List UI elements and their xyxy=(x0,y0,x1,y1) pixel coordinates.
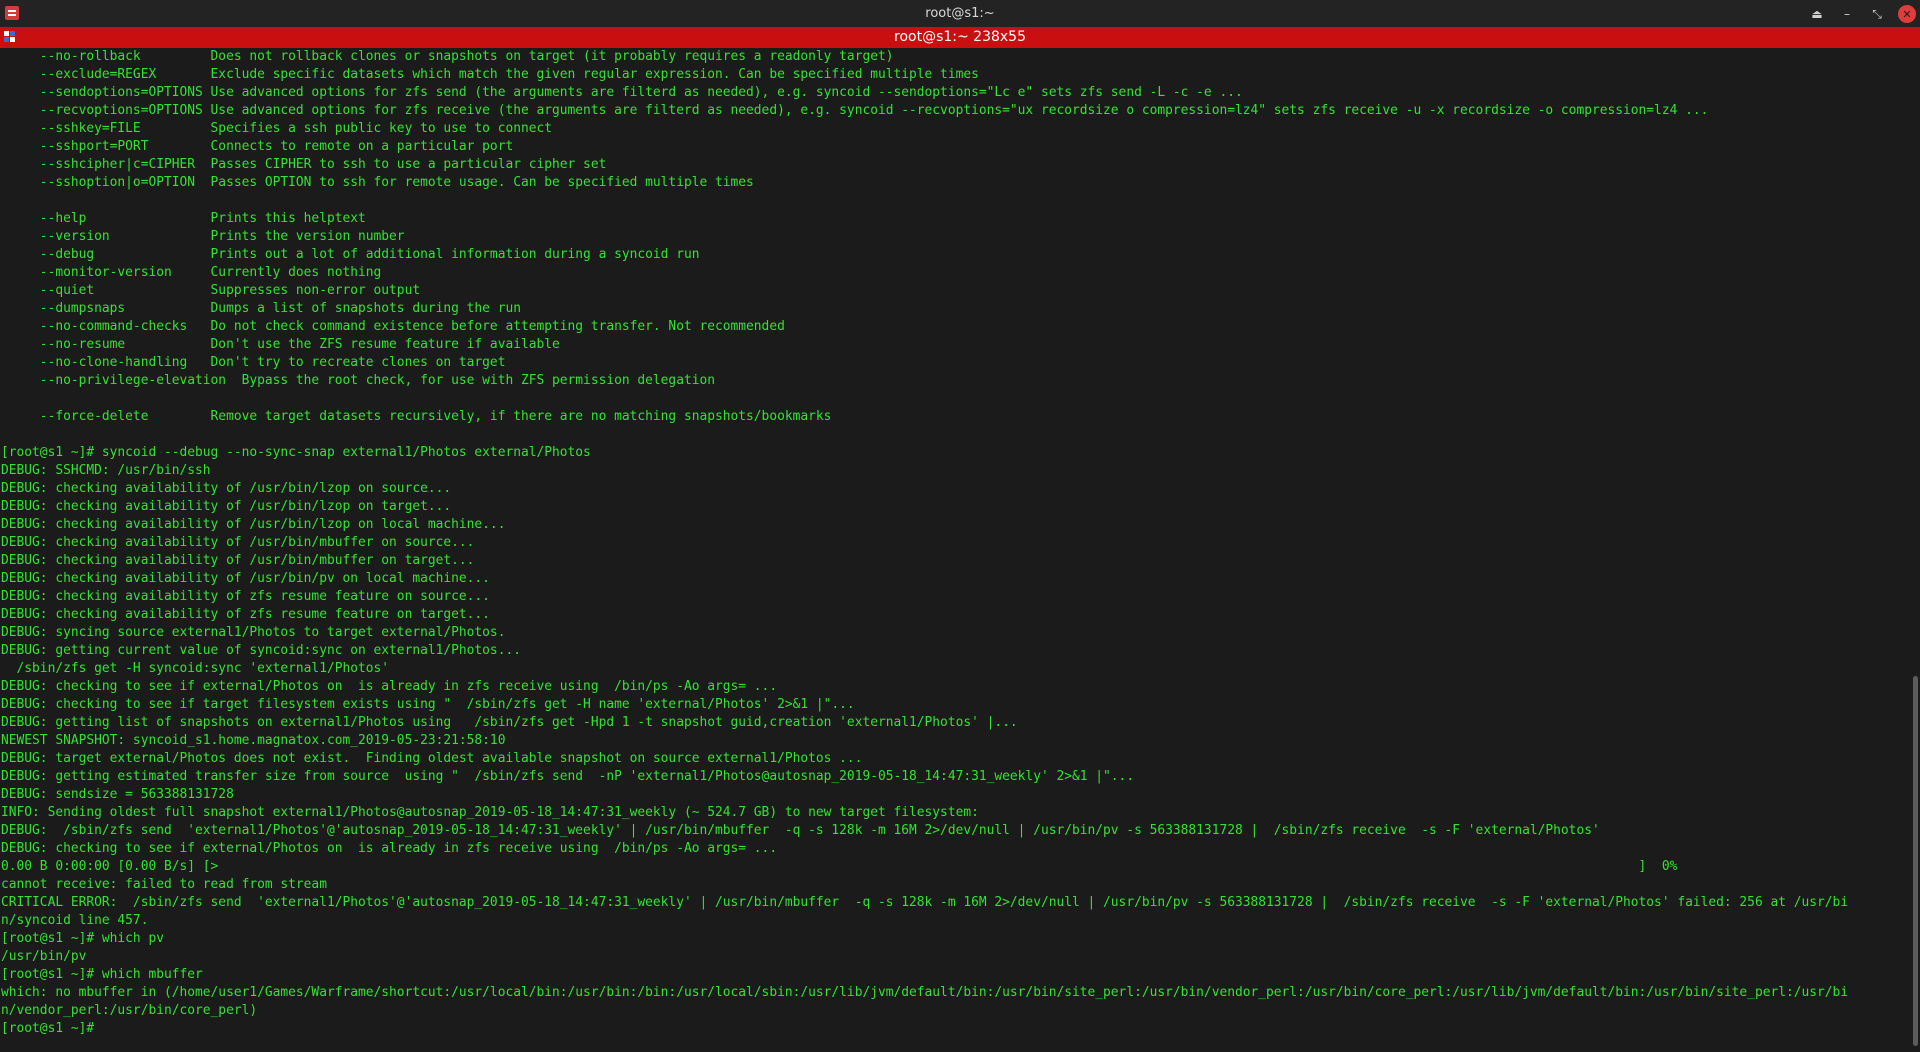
terminal-line: NEWEST SNAPSHOT: syncoid_s1.home.magnato… xyxy=(1,733,506,748)
terminal-line: DEBUG: sendsize = 563388131728 xyxy=(1,787,234,802)
terminal-line: --debug Prints out a lot of additional i… xyxy=(1,247,700,262)
close-icon[interactable]: ✕ xyxy=(1898,5,1916,23)
terminal-line: n/syncoid line 457. xyxy=(1,913,149,928)
terminal-line: --help Prints this helptext xyxy=(1,211,366,226)
terminal-line: DEBUG: getting list of snapshots on exte… xyxy=(1,715,1018,730)
terminal-line: DEBUG: checking availability of zfs resu… xyxy=(1,607,490,622)
terminal-output[interactable]: --no-rollback Does not rollback clones o… xyxy=(1,48,1906,1048)
terminal-line: --sshport=PORT Connects to remote on a p… xyxy=(1,139,514,154)
terminal-line: DEBUG: checking availability of /usr/bin… xyxy=(1,571,490,586)
terminal-line: --no-clone-handling Don't try to recreat… xyxy=(1,355,506,370)
terminal-line: [root@s1 ~]# which pv xyxy=(1,931,164,946)
window-titlebar[interactable]: root@s1:~ ⏏ – ⤡ ✕ xyxy=(0,0,1920,27)
maximize-icon[interactable]: ⤡ xyxy=(1868,5,1886,23)
terminal-line: --quiet Suppresses non-error output xyxy=(1,283,421,298)
window-title: root@s1:~ xyxy=(925,6,995,21)
terminal-line: --no-rollback Does not rollback clones o… xyxy=(1,49,894,64)
terminal-line: --monitor-version Currently does nothing xyxy=(1,265,382,280)
terminal-line: [root@s1 ~]# xyxy=(1,1021,95,1036)
terminal-scrollbar[interactable] xyxy=(1908,48,1920,1052)
terminal-line: [root@s1 ~]# which mbuffer xyxy=(1,967,203,982)
terminal-line: DEBUG: checking to see if external/Photo… xyxy=(1,679,778,694)
terminal-line: [root@s1 ~]# syncoid --debug --no-sync-s… xyxy=(1,445,591,460)
terminal-line: /sbin/zfs get -H syncoid:sync 'external1… xyxy=(1,661,390,676)
terminal-line: --sshoption|o=OPTION Passes OPTION to ss… xyxy=(1,175,754,190)
scrollbar-thumb[interactable] xyxy=(1913,676,1918,1046)
terminal-line: INFO: Sending oldest full snapshot exter… xyxy=(1,805,979,820)
terminal-line: DEBUG: checking to see if target filesys… xyxy=(1,697,855,712)
terminal-line: DEBUG: checking availability of /usr/bin… xyxy=(1,499,452,514)
terminal-line: DEBUG: checking to see if external/Photo… xyxy=(1,841,778,856)
terminal-line: 0.00 B 0:00:00 [0.00 B/s] [>] 0% xyxy=(1,859,1678,874)
terminal-line: --sshkey=FILE Specifies a ssh public key… xyxy=(1,121,553,136)
terminal-line: --no-command-checks Do not check command… xyxy=(1,319,785,334)
terminal-line: CRITICAL ERROR: /sbin/zfs send 'external… xyxy=(1,895,1849,910)
terminal-line: --no-privilege-elevation Bypass the root… xyxy=(1,373,715,388)
terminal-window: root@s1:~ ⏏ – ⤡ ✕ root@s1:~ 238x55 --no-… xyxy=(0,0,1920,1052)
minimize-icon[interactable]: – xyxy=(1838,5,1856,23)
terminal-tab-bar[interactable]: root@s1:~ 238x55 xyxy=(0,27,1920,48)
terminal-line: DEBUG: getting current value of syncoid:… xyxy=(1,643,521,658)
terminal-line: DEBUG: getting estimated transfer size f… xyxy=(1,769,1135,784)
terminal-line: /usr/bin/pv xyxy=(1,949,87,964)
terminal-line: --sendoptions=OPTIONS Use advanced optio… xyxy=(1,85,1243,100)
terminal-line: DEBUG: checking availability of /usr/bin… xyxy=(1,517,506,532)
terminal-line: DEBUG: /sbin/zfs send 'external1/Photos'… xyxy=(1,823,1600,838)
window-controls: ⏏ – ⤡ ✕ xyxy=(1808,4,1916,24)
terminal-line: --recvoptions=OPTIONS Use advanced optio… xyxy=(1,103,1709,118)
terminal-line: DEBUG: checking availability of /usr/bin… xyxy=(1,535,475,550)
terminal-line: --version Prints the version number xyxy=(1,229,405,244)
terminal-line: --force-delete Remove target datasets re… xyxy=(1,409,832,424)
terminal-line: --exclude=REGEX Exclude specific dataset… xyxy=(1,67,979,82)
terminal-line: DEBUG: checking availability of zfs resu… xyxy=(1,589,490,604)
terminal-line: --no-resume Don't use the ZFS resume fea… xyxy=(1,337,560,352)
terminal-line: DEBUG: target external/Photos does not e… xyxy=(1,751,863,766)
terminal-line: n/vendor_perl:/usr/bin/core_perl) xyxy=(1,1003,258,1018)
terminal-line: cannot receive: failed to read from stre… xyxy=(1,877,327,892)
tab-title: root@s1:~ 238x55 xyxy=(894,29,1026,45)
terminal-line: DEBUG: SSHCMD: /usr/bin/ssh xyxy=(1,463,211,478)
keep-above-icon[interactable]: ⏏ xyxy=(1808,5,1826,23)
terminal-line: --dumpsnaps Dumps a list of snapshots du… xyxy=(1,301,521,316)
terminal-line: DEBUG: checking availability of /usr/bin… xyxy=(1,481,452,496)
terminal-line: DEBUG: syncing source external1/Photos t… xyxy=(1,625,506,640)
terminal-line: --sshcipher|c=CIPHER Passes CIPHER to ss… xyxy=(1,157,607,172)
terminal-line: DEBUG: checking availability of /usr/bin… xyxy=(1,553,475,568)
terminal-line: which: no mbuffer in (/home/user1/Games/… xyxy=(1,985,1849,1000)
